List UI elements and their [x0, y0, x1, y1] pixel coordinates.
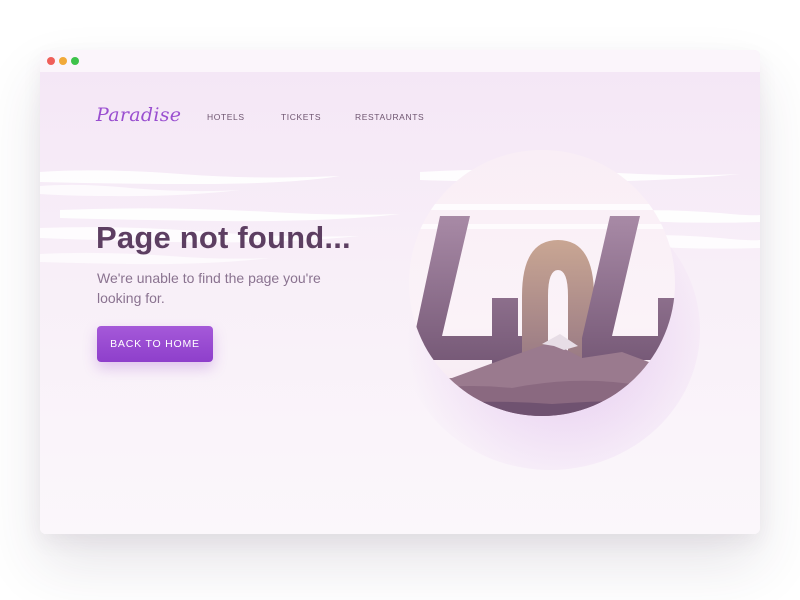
- back-to-home-button[interactable]: BACK TO HOME: [97, 326, 213, 362]
- nav-link-tickets[interactable]: TICKETS: [281, 112, 321, 122]
- nav-link-hotels[interactable]: HOTELS: [207, 112, 245, 122]
- error-message: We're unable to find the page you're loo…: [97, 270, 321, 306]
- brand-logo[interactable]: Paradise: [96, 104, 181, 126]
- nav-link-restaurants[interactable]: RESTAURANTS: [355, 112, 424, 122]
- 404-mountain-lake-icon: [409, 150, 675, 416]
- page-title: Page not found...: [96, 220, 351, 255]
- browser-window: Paradise HOTELS TICKETS RESTAURANTS Page…: [40, 50, 760, 534]
